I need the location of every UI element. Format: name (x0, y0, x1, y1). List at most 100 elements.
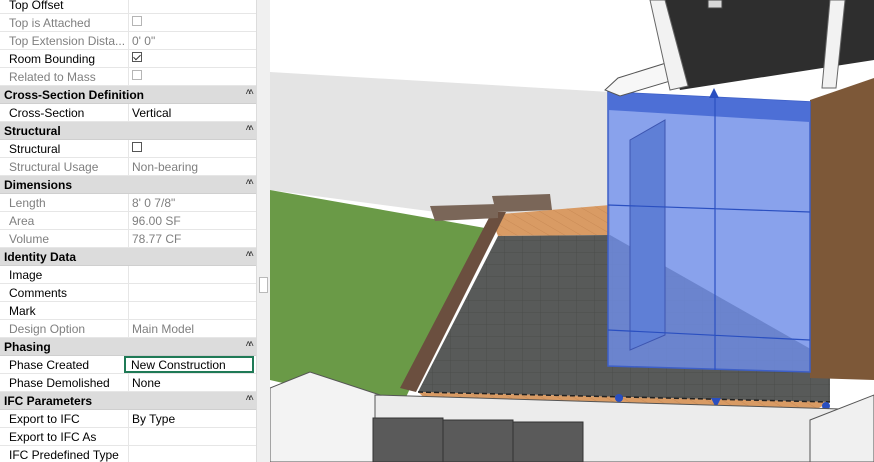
property-row: Top Extension Dista... 0' 0" (0, 32, 256, 50)
property-label: Length (9, 196, 46, 210)
chevron-double-up-icon[interactable]: ˄˄ (245, 339, 254, 350)
properties-panel: Top Offset Top is Attached Top Extension D… (0, 0, 256, 462)
group-header[interactable]: Dimensions ˄˄ (0, 176, 256, 194)
property-value-text: Non-bearing (132, 160, 199, 174)
brown-wall (810, 78, 874, 380)
property-label: Image (9, 268, 43, 282)
property-row: Structural (0, 140, 256, 158)
property-value[interactable] (128, 50, 256, 67)
property-value[interactable] (128, 0, 256, 13)
property-label: Comments (9, 286, 68, 300)
property-row: Length 8' 0 7/8" (0, 194, 256, 212)
property-value (128, 14, 256, 31)
property-row: Image (0, 266, 256, 284)
property-row: Export to IFC As (0, 428, 256, 446)
group-label: IFC Parameters (4, 394, 93, 408)
property-value[interactable] (128, 446, 256, 462)
group-header[interactable]: Cross-Section Definition ˄˄ (0, 86, 256, 104)
checkbox (132, 70, 142, 80)
chevron-double-up-icon[interactable]: ˄˄ (245, 393, 254, 404)
property-label: Structural (9, 142, 61, 156)
property-row: Area 96.00 SF (0, 212, 256, 230)
property-label: Top Extension Dista... (9, 34, 126, 48)
property-label: Cross-Section (9, 106, 85, 120)
group-header[interactable]: IFC Parameters ˄˄ (0, 392, 256, 410)
property-value-text: 0' 0" (132, 34, 156, 48)
property-label: Export to IFC (9, 412, 80, 426)
chevron-double-up-icon[interactable]: ˄˄ (245, 87, 254, 98)
grip-dot-left[interactable] (615, 394, 623, 402)
checkbox[interactable] (132, 142, 142, 152)
property-value-text: None (132, 376, 161, 390)
group-header[interactable]: Identity Data ˄˄ (0, 248, 256, 266)
property-row: Phase Created New Construction (0, 356, 256, 374)
3d-viewport[interactable] (270, 0, 874, 462)
property-value: 8' 0 7/8" (128, 194, 256, 211)
property-value-text: 8' 0 7/8" (132, 196, 176, 210)
property-row: Mark (0, 302, 256, 320)
step-block-2 (492, 194, 552, 212)
property-value: 0' 0" (128, 32, 256, 49)
property-value-text: Main Model (132, 322, 195, 336)
property-label: Mark (9, 304, 36, 318)
property-value: 96.00 SF (128, 212, 256, 229)
checkbox[interactable] (132, 52, 142, 62)
window-frame (629, 119, 666, 351)
property-value[interactable]: By Type (128, 410, 256, 427)
checkbox (132, 16, 142, 26)
property-value[interactable] (128, 302, 256, 319)
property-value[interactable] (128, 284, 256, 301)
properties-scrollbar[interactable] (256, 0, 270, 462)
front-panel-1 (372, 417, 444, 462)
property-label: IFC Predefined Type (9, 448, 119, 462)
group-label: Cross-Section Definition (4, 88, 145, 102)
property-value: Main Model (128, 320, 256, 337)
chevron-double-up-icon[interactable]: ˄˄ (245, 249, 254, 260)
property-row: Comments (0, 284, 256, 302)
chevron-double-up-icon[interactable]: ˄˄ (245, 177, 254, 188)
property-label: Related to Mass (9, 70, 96, 84)
property-row: Volume 78.77 CF (0, 230, 256, 248)
property-row: Cross-Section Vertical (0, 104, 256, 122)
property-value[interactable] (128, 140, 256, 157)
property-row: IFC Predefined Type (0, 446, 256, 462)
property-label: Top Offset (9, 0, 64, 12)
front-panel-3 (512, 421, 584, 462)
property-value[interactable]: None (128, 374, 256, 391)
property-value[interactable] (128, 266, 256, 283)
property-value[interactable]: Vertical (128, 104, 256, 121)
property-row: Top Offset (0, 0, 256, 14)
group-header[interactable]: Structural ˄˄ (0, 122, 256, 140)
roof-item (707, 0, 723, 9)
property-label: Top is Attached (9, 16, 91, 30)
property-value-text: By Type (132, 412, 176, 426)
group-label: Identity Data (4, 250, 77, 264)
property-row: Export to IFC By Type (0, 410, 256, 428)
property-row: Top is Attached (0, 14, 256, 32)
chevron-double-up-icon[interactable]: ˄˄ (245, 123, 254, 134)
property-label: Volume (9, 232, 50, 246)
phase-created-value: New Construction (131, 358, 226, 372)
property-value-text: 96.00 SF (132, 214, 181, 228)
property-label: Phase Demolished (9, 376, 110, 390)
property-label: Export to IFC As (9, 430, 97, 444)
property-label: Phase Created (9, 358, 90, 372)
property-value: 78.77 CF (128, 230, 256, 247)
group-header[interactable]: Phasing ˄˄ (0, 338, 256, 356)
property-row: Phase Demolished None (0, 374, 256, 392)
property-value-text: Vertical (132, 106, 172, 120)
scrollbar-thumb[interactable] (259, 277, 268, 293)
group-label: Dimensions (4, 178, 73, 192)
phase-created-dropdown[interactable]: New Construction (124, 356, 254, 373)
property-value-text: 78.77 CF (132, 232, 182, 246)
property-label: Design Option (9, 322, 86, 336)
property-value (128, 68, 256, 85)
property-row: Room Bounding (0, 50, 256, 68)
property-value: Non-bearing (128, 158, 256, 175)
group-label: Phasing (4, 340, 51, 354)
property-label: Room Bounding (9, 52, 96, 66)
property-row: Structural Usage Non-bearing (0, 158, 256, 176)
property-label: Structural Usage (9, 160, 99, 174)
property-value[interactable] (128, 428, 256, 445)
property-label: Area (9, 214, 35, 228)
